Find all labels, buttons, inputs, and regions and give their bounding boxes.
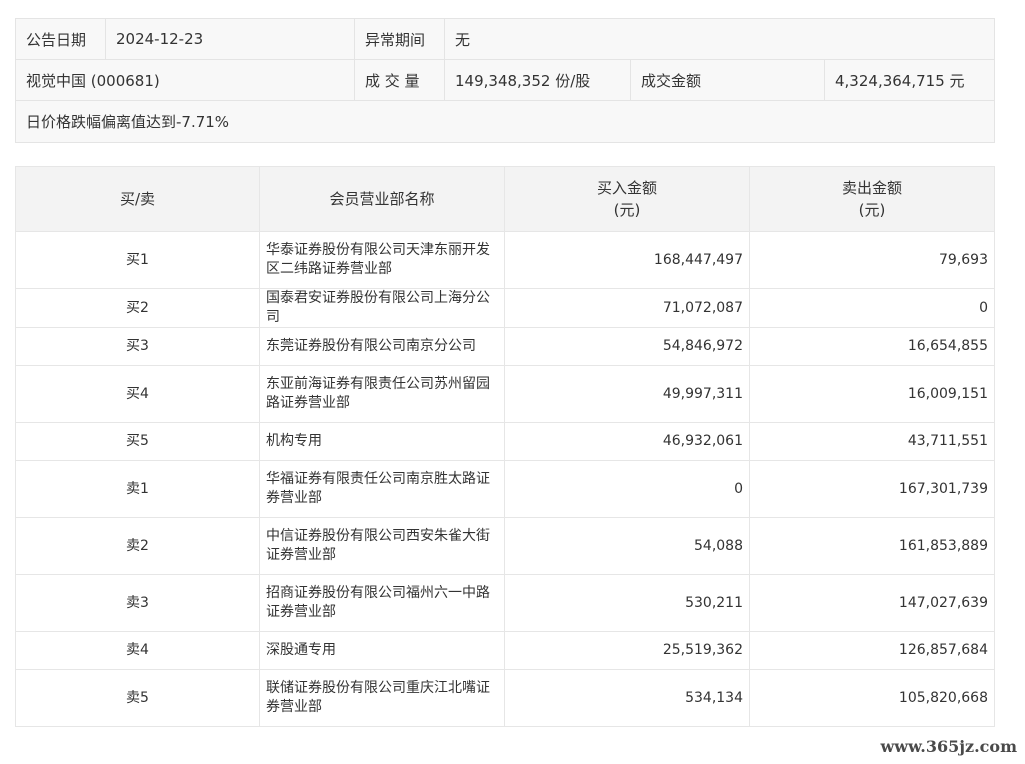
row-buy-amount: 54,088 — [504, 517, 750, 575]
row-buy-amount: 534,134 — [504, 669, 750, 727]
stock-name: 视觉中国 (000681) — [15, 59, 355, 101]
row-side: 卖5 — [15, 669, 260, 727]
row-buy-amount: 54,846,972 — [504, 327, 750, 366]
row-sell-amount: 147,027,639 — [749, 574, 995, 632]
row-branch: 华泰证券股份有限公司天津东丽开发区二纬路证券营业部 — [259, 231, 505, 289]
header-sell-line1: 卖出金额 — [841, 179, 902, 197]
header-sell-amount: 卖出金额 (元) — [749, 166, 995, 232]
site-watermark: www.365jz.com — [880, 737, 1017, 756]
row-side: 买2 — [15, 288, 260, 328]
row-branch: 东亚前海证券有限责任公司苏州留园路证券营业部 — [259, 365, 505, 423]
row-side: 买1 — [15, 231, 260, 289]
row-sell-amount: 79,693 — [749, 231, 995, 289]
row-branch: 机构专用 — [259, 422, 505, 461]
row-buy-amount: 46,932,061 — [504, 422, 750, 461]
table-row: 买1 华泰证券股份有限公司天津东丽开发区二纬路证券营业部 168,447,497… — [15, 231, 995, 289]
row-branch: 深股通专用 — [259, 631, 505, 670]
row-sell-amount: 105,820,668 — [749, 669, 995, 727]
volume-label: 成 交 量 — [354, 59, 445, 101]
row-side: 卖1 — [15, 460, 260, 518]
header-buy-line2: (元) — [613, 201, 641, 219]
abnormal-reason: 日价格跌幅偏离值达到-7.71% — [14, 100, 996, 143]
row-side: 买4 — [15, 365, 260, 423]
abnormal-period-label: 异常期间 — [354, 18, 445, 60]
abnormal-period-value: 无 — [443, 18, 996, 60]
row-side: 买3 — [15, 327, 260, 366]
table-row: 卖4 深股通专用 25,519,362 126,857,684 — [15, 631, 995, 670]
table-row: 买3 东莞证券股份有限公司南京分公司 54,846,972 16,654,855 — [15, 327, 995, 366]
announce-date-value: 2024-12-23 — [105, 18, 355, 60]
row-branch: 联储证券股份有限公司重庆江北嘴证券营业部 — [259, 669, 505, 727]
table-row: 卖5 联储证券股份有限公司重庆江北嘴证券营业部 534,134 105,820,… — [15, 669, 995, 727]
row-buy-amount: 49,997,311 — [504, 365, 750, 423]
table-row: 买4 东亚前海证券有限责任公司苏州留园路证券营业部 49,997,311 16,… — [15, 365, 995, 423]
turnover-value: 4,324,364,715 元 — [823, 59, 996, 101]
table-row: 卖1 华福证券有限责任公司南京胜太路证券营业部 0 167,301,739 — [15, 460, 995, 518]
volume-value: 149,348,352 份/股 — [444, 59, 631, 101]
header-sell-line2: (元) — [858, 201, 886, 219]
row-buy-amount: 168,447,497 — [504, 231, 750, 289]
row-buy-amount: 530,211 — [504, 574, 750, 632]
header-buy-amount: 买入金额 (元) — [504, 166, 750, 232]
row-sell-amount: 43,711,551 — [749, 422, 995, 461]
row-sell-amount: 126,857,684 — [749, 631, 995, 670]
row-side: 卖3 — [15, 574, 260, 632]
table-row: 买5 机构专用 46,932,061 43,711,551 — [15, 422, 995, 461]
header-side: 买/卖 — [15, 166, 260, 232]
announce-date-label: 公告日期 — [15, 18, 106, 60]
trading-details-table: 买/卖 会员营业部名称 买入金额 (元) 卖出金额 (元) 买1 华泰证券股份有限公… — [15, 166, 995, 727]
announcement-info-table: 公告日期 2024-12-23 异常期间 无 视觉中国 (000681) 成 交… — [14, 18, 996, 143]
row-buy-amount: 71,072,087 — [504, 288, 750, 328]
header-branch: 会员营业部名称 — [259, 166, 505, 232]
table-row: 卖2 中信证券股份有限公司西安朱雀大街证券营业部 54,088 161,853,… — [15, 517, 995, 575]
row-branch: 华福证券有限责任公司南京胜太路证券营业部 — [259, 460, 505, 518]
row-branch: 东莞证券股份有限公司南京分公司 — [259, 327, 505, 366]
row-buy-amount: 0 — [504, 460, 750, 518]
row-sell-amount: 0 — [749, 288, 995, 328]
row-branch: 国泰君安证券股份有限公司上海分公司 — [259, 288, 505, 328]
row-sell-amount: 16,654,855 — [749, 327, 995, 366]
row-side: 卖4 — [15, 631, 260, 670]
row-side: 买5 — [15, 422, 260, 461]
row-sell-amount: 167,301,739 — [749, 460, 995, 518]
header-buy-line1: 买入金额 — [596, 179, 657, 197]
table-row: 卖3 招商证券股份有限公司福州六一中路证券营业部 530,211 147,027… — [15, 574, 995, 632]
table-row: 买2 国泰君安证券股份有限公司上海分公司 71,072,087 0 — [15, 288, 995, 328]
row-branch: 招商证券股份有限公司福州六一中路证券营业部 — [259, 574, 505, 632]
row-sell-amount: 16,009,151 — [749, 365, 995, 423]
row-sell-amount: 161,853,889 — [749, 517, 995, 575]
turnover-label: 成交金额 — [630, 59, 825, 101]
table-header-row: 买/卖 会员营业部名称 买入金额 (元) 卖出金额 (元) — [15, 166, 995, 232]
row-branch: 中信证券股份有限公司西安朱雀大街证券营业部 — [259, 517, 505, 575]
row-buy-amount: 25,519,362 — [504, 631, 750, 670]
row-side: 卖2 — [15, 517, 260, 575]
